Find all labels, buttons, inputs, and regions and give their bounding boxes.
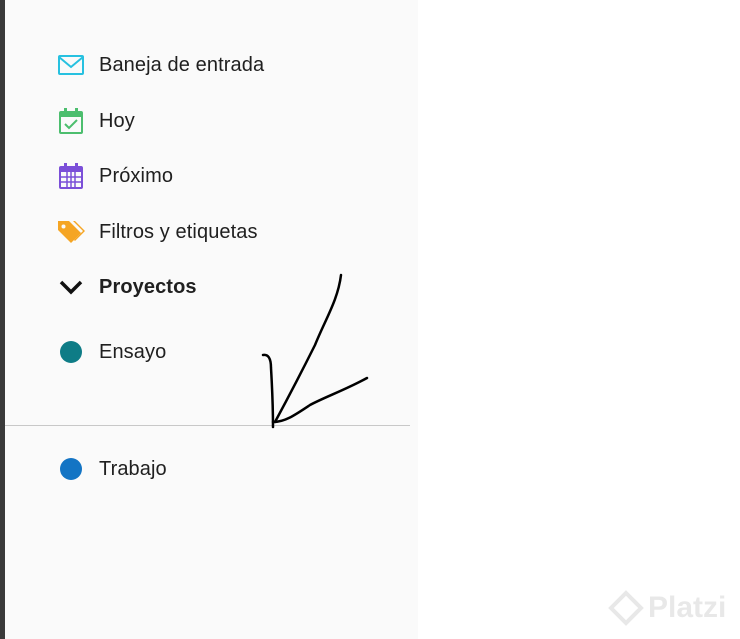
sidebar-item-inbox[interactable]: Baneja de entrada	[5, 47, 418, 83]
projects-header[interactable]: Proyectos	[5, 269, 418, 305]
tag-icon	[57, 218, 85, 246]
platzi-watermark: Platzi	[608, 590, 726, 626]
sidebar: Baneja de entrada Hoy Próximo Filtros y …	[5, 0, 418, 639]
project-color-dot-icon	[57, 455, 85, 483]
sidebar-item-label: Hoy	[99, 109, 135, 132]
project-item-ensayo[interactable]: Ensayo	[5, 334, 418, 370]
sidebar-item-label: Baneja de entrada	[99, 53, 265, 76]
project-item-trabajo[interactable]: Trabajo	[5, 451, 418, 487]
watermark-text: Platzi	[648, 591, 727, 624]
divider	[5, 425, 410, 426]
projects-header-label: Proyectos	[99, 275, 197, 298]
sidebar-item-upcoming[interactable]: Próximo	[5, 158, 418, 194]
chevron-down-icon	[57, 273, 85, 301]
project-item-label: Trabajo	[99, 457, 167, 480]
sidebar-item-label: Filtros y etiquetas	[99, 220, 258, 243]
platzi-logo-icon	[608, 590, 644, 626]
project-color-dot-icon	[57, 338, 85, 366]
sidebar-item-label: Próximo	[99, 164, 174, 187]
project-item-label: Ensayo	[99, 340, 167, 363]
sidebar-item-today[interactable]: Hoy	[5, 103, 418, 139]
sidebar-item-filters-labels[interactable]: Filtros y etiquetas	[5, 214, 418, 250]
calendar-grid-icon	[57, 162, 85, 190]
app-window: Baneja de entrada Hoy Próximo Filtros y …	[0, 0, 740, 639]
calendar-check-icon	[57, 107, 85, 135]
inbox-icon	[57, 51, 85, 79]
